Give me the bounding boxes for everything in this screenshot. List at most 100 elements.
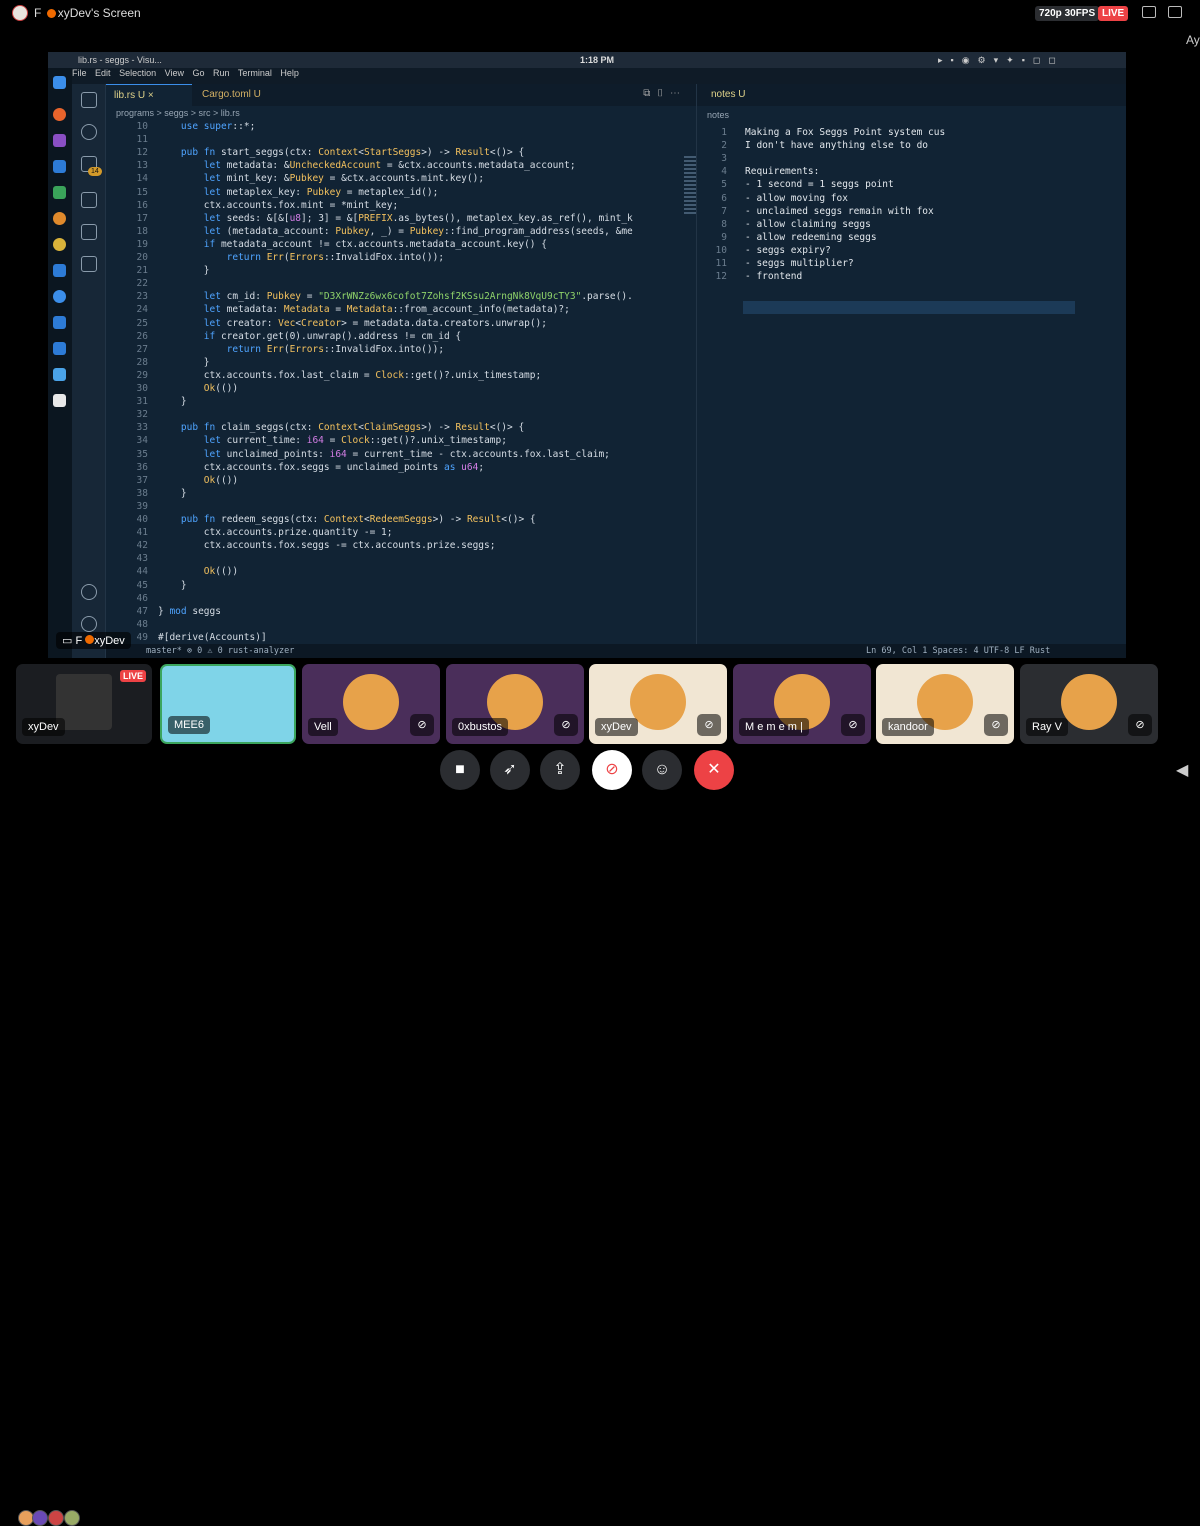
- code-line[interactable]: if creator.get(0).unwrap().address != cm…: [158, 331, 461, 342]
- explorer-icon[interactable]: [81, 92, 97, 108]
- search-icon[interactable]: [81, 124, 97, 140]
- app-icon-orange[interactable]: [53, 212, 66, 225]
- tab-notes[interactable]: notes U: [697, 84, 1126, 106]
- menu-help[interactable]: Help: [280, 68, 299, 78]
- menu-edit[interactable]: Edit: [95, 68, 111, 78]
- code-line[interactable]: return Err(Errors::InvalidFox.into());: [158, 252, 444, 263]
- menu-view[interactable]: View: [165, 68, 184, 78]
- extensions-icon[interactable]: [81, 224, 97, 240]
- app-icon-blue-2[interactable]: [53, 316, 66, 329]
- emoji-button[interactable]: ☺: [642, 750, 682, 790]
- disconnect-button[interactable]: ✕: [694, 750, 734, 790]
- code-line[interactable]: }: [158, 265, 210, 276]
- code-line[interactable]: let (metadata_account: Pubkey, _) = Pubk…: [158, 226, 633, 237]
- code-line[interactable]: return Err(Errors::InvalidFox.into());: [158, 344, 444, 355]
- code-line[interactable]: ctx.accounts.prize.quantity -= 1;: [158, 527, 393, 538]
- code-line[interactable]: ctx.accounts.fox.last_claim = Clock::get…: [158, 370, 541, 381]
- code-line[interactable]: let current_time: i64 = Clock::get()?.un…: [158, 435, 507, 446]
- mute-mic-button[interactable]: ⊘: [592, 750, 632, 790]
- status-right[interactable]: Ln 69, Col 1 Spaces: 4 UTF-8 LF Rust: [866, 646, 1050, 656]
- notes-line[interactable]: - allow moving fox: [745, 193, 848, 204]
- app-icon-blue[interactable]: [53, 290, 66, 303]
- notes-line[interactable]: - frontend: [745, 271, 802, 282]
- cube-icon[interactable]: [53, 264, 66, 277]
- notes-line[interactable]: - allow redeeming seggs: [745, 232, 877, 243]
- participant-tile[interactable]: xyDev LIVE: [16, 664, 152, 744]
- app-icon[interactable]: [53, 134, 66, 147]
- code-line[interactable]: let metadata: &UncheckedAccount = &ctx.a…: [158, 160, 576, 171]
- participant-tile[interactable]: 0xbustos ⊘: [446, 664, 584, 744]
- participant-tile[interactable]: xyDev ⊘: [589, 664, 727, 744]
- notes-line[interactable]: - allow claiming seggs: [745, 219, 871, 230]
- code-line[interactable]: }: [158, 488, 187, 499]
- app-icon-green[interactable]: [53, 186, 66, 199]
- tab-lib-rs[interactable]: lib.rs U ×: [106, 84, 192, 106]
- notes-line[interactable]: - 1 second = 1 seggs point: [745, 179, 894, 190]
- participant-tile[interactable]: kandoor ⊘: [876, 664, 1014, 744]
- share-screen-button[interactable]: ⇪: [540, 750, 580, 790]
- app-icon-blue-4[interactable]: [53, 368, 66, 381]
- notes-line[interactable]: - seggs multiplier?: [745, 258, 854, 269]
- code-line[interactable]: let cm_id: Pubkey = "D3XrWNZz6wx6cofot7Z…: [158, 291, 633, 302]
- app-icon-blue-3[interactable]: [53, 342, 66, 355]
- breadcrumb[interactable]: programs > seggs > src > lib.rs: [116, 108, 240, 118]
- code-line[interactable]: let mint_key: &Pubkey = &ctx.accounts.mi…: [158, 173, 484, 184]
- window-tab[interactable]: lib.rs - seggs - Visu...: [78, 55, 162, 65]
- code-line[interactable]: ctx.accounts.fox.mint = *mint_key;: [158, 200, 398, 211]
- menu-selection[interactable]: Selection: [119, 68, 156, 78]
- app-icon-white[interactable]: [53, 394, 66, 407]
- notes-line[interactable]: I don't have anything else to do: [745, 140, 928, 151]
- code-line[interactable]: pub fn redeem_seggs(ctx: Context<RedeemS…: [158, 514, 536, 525]
- participant-tile[interactable]: Vell ⊘: [302, 664, 440, 744]
- viewer-avatar[interactable]: [64, 1510, 80, 1526]
- chrome-icon[interactable]: [53, 238, 66, 251]
- code-line[interactable]: let metaplex_key: Pubkey = metaplex_id()…: [158, 187, 439, 198]
- notes-line[interactable]: Requirements:: [745, 166, 819, 177]
- notes-line[interactable]: Making a Fox Seggs Point system cus: [745, 127, 945, 138]
- terminal-app-icon[interactable]: [53, 76, 66, 89]
- popout-icon[interactable]: [1142, 6, 1156, 18]
- code-line[interactable]: let seeds: &[&[u8]; 3] = &[PREFIX.as_byt…: [158, 213, 633, 224]
- menu-run[interactable]: Run: [213, 68, 230, 78]
- code-line[interactable]: let unclaimed_points: i64 = current_time…: [158, 449, 610, 460]
- code-line[interactable]: ctx.accounts.fox.seggs -= ctx.accounts.p…: [158, 540, 496, 551]
- settings-gear-icon[interactable]: [81, 616, 97, 632]
- remote-explorer-icon[interactable]: [81, 256, 97, 272]
- notes-line[interactable]: - unclaimed seggs remain with fox: [745, 206, 934, 217]
- viewer-avatar[interactable]: [48, 1510, 64, 1526]
- participant-tile[interactable]: M e m e m | ⊘: [733, 664, 871, 744]
- accounts-icon[interactable]: [81, 584, 97, 600]
- fullscreen-icon[interactable]: [1168, 6, 1182, 18]
- run-debug-icon[interactable]: [81, 192, 97, 208]
- code-line[interactable]: Ok(()): [158, 383, 238, 394]
- code-line[interactable]: let creator: Vec<Creator> = metadata.dat…: [158, 318, 547, 329]
- code-line[interactable]: } mod seggs: [158, 606, 221, 617]
- files-icon[interactable]: [53, 160, 66, 173]
- code-line[interactable]: let metadata: Metadata = Metadata::from_…: [158, 304, 570, 315]
- menu-terminal[interactable]: Terminal: [238, 68, 272, 78]
- code-line[interactable]: Ok(()): [158, 566, 238, 577]
- code-line[interactable]: }: [158, 357, 210, 368]
- viewer-avatar[interactable]: [32, 1510, 48, 1526]
- code-line[interactable]: ctx.accounts.fox.seggs = unclaimed_point…: [158, 462, 484, 473]
- code-line[interactable]: pub fn start_seggs(ctx: Context<StartSeg…: [158, 147, 524, 158]
- editor-actions[interactable]: ⧉▯⋯: [643, 88, 686, 99]
- code-line[interactable]: pub fn claim_seggs(ctx: Context<ClaimSeg…: [158, 422, 524, 433]
- code-line[interactable]: }: [158, 396, 187, 407]
- notes-line[interactable]: - seggs expiry?: [745, 245, 831, 256]
- volume-icon[interactable]: ◀: [1176, 760, 1188, 780]
- activity-rocket-button[interactable]: ➶: [490, 750, 530, 790]
- code-line[interactable]: Ok(()): [158, 475, 238, 486]
- firefox-icon[interactable]: [53, 108, 66, 121]
- code-line[interactable]: use super::*;: [158, 121, 255, 132]
- code-line[interactable]: if metadata_account != ctx.accounts.meta…: [158, 239, 547, 250]
- tab-cargo-toml[interactable]: Cargo.toml U: [194, 84, 269, 106]
- code-line[interactable]: #[derive(Accounts)]: [158, 632, 267, 643]
- participant-tile[interactable]: Ray V ⊘: [1020, 664, 1158, 744]
- code-line[interactable]: }: [158, 580, 187, 591]
- status-left[interactable]: master* ⊗ 0 ⚠ 0 rust-analyzer: [146, 646, 294, 656]
- code-area[interactable]: 10 use super::*; 11 12 pub fn start_seggs(…: [106, 121, 696, 644]
- menu-file[interactable]: File: [72, 68, 87, 78]
- camera-button[interactable]: ■: [440, 750, 480, 790]
- menu-go[interactable]: Go: [192, 68, 204, 78]
